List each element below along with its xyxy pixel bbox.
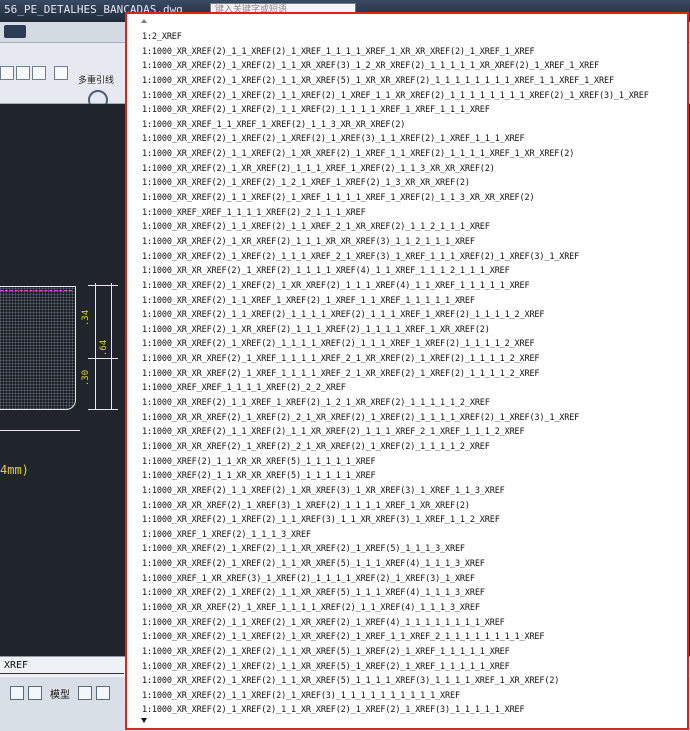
layer-item[interactable]: 1:1000_XR_XREF(2)_1_XREF(2)_1_1_XR_XREF(… bbox=[142, 703, 649, 718]
dimension-tick-top bbox=[88, 285, 118, 286]
layer-item[interactable]: 1:1000_XREF_1_XREF(2)_1_1_1_3_XREF bbox=[142, 528, 649, 543]
table-tool-icon[interactable] bbox=[0, 66, 14, 80]
dimension-line-horizontal bbox=[0, 430, 80, 431]
layer-item[interactable]: 1:1000_XR_XREF(2)_1_XREF(2)_1_XREF(2)_1_… bbox=[142, 132, 649, 147]
layout-icon[interactable] bbox=[28, 686, 42, 700]
layer-item[interactable]: 1:1000_XR_XREF(2)_1_XREF(2)_1_1_XREF(2)_… bbox=[142, 103, 649, 118]
layer-item[interactable]: 1:1000_XR_XREF(2)_1_XREF(2)_1_1_XR_XREF(… bbox=[142, 557, 649, 572]
layer-item[interactable]: 1:1000_XREF(2)_1_1_XR_XR_XREF(5)_1_1_1_1… bbox=[142, 455, 649, 470]
layer-item[interactable]: 1:1000_XR_XREF(2)_1_XREF(2)_1_1_XREF(3)_… bbox=[142, 513, 649, 528]
field-tool-icon[interactable] bbox=[16, 66, 30, 80]
layer-item[interactable]: 1:1000_XR_XR_XREF(2)_1_XREF(2)_2_1_XR_XR… bbox=[142, 411, 649, 426]
dimension-line-vertical bbox=[95, 283, 96, 410]
layer-item[interactable]: 1:1000_XR_XR_XREF(2)_1_XREF_1_1_1_1_XREF… bbox=[142, 601, 649, 616]
multileader-label: 多重引线 bbox=[78, 76, 115, 86]
layer-item[interactable]: 1:1000_XR_XREF(2)_1_XREF(2)_1_2_1_XREF_1… bbox=[142, 176, 649, 191]
layer-item[interactable]: 1:1000_XREF_1_XR_XREF(3)_1_XREF(2)_1_1_1… bbox=[142, 572, 649, 587]
layer-item[interactable]: 1:1000_XR_XREF(2)_1_1_XREF_1_XREF(2)_1_2… bbox=[142, 396, 649, 411]
countertop-section bbox=[0, 286, 76, 410]
dimension-tick-bottom bbox=[88, 409, 118, 410]
model-tab[interactable]: 模型 bbox=[50, 686, 70, 701]
layer-item[interactable]: 1:1000_XR_XREF(2)_1_1_XREF(2)_1_XR_XREF(… bbox=[142, 484, 649, 499]
layer-item[interactable]: 1:1000_XR_XREF(2)_1_XREF(2)_1_1_1_1_XREF… bbox=[142, 337, 649, 352]
scroll-down-icon[interactable] bbox=[141, 718, 147, 723]
layer-item[interactable]: 1:1000_XR_XREF(2)_1_1_XREF(2)_1_1_XR_XRE… bbox=[142, 425, 649, 440]
dimension-tick-mid bbox=[88, 358, 118, 359]
layer-list: 1:2_XREF 1:1000_XR_XREF(2)_1_1_XREF(2)_1… bbox=[142, 30, 649, 718]
layer-item[interactable]: 1:1000_XR_XREF_1_1_XREF_1_XREF(2)_1_1_3_… bbox=[142, 118, 649, 133]
scroll-up-icon[interactable] bbox=[141, 19, 147, 23]
layer-item[interactable]: 1:1000_XR_XREF(2)_1_1_XREF_1_XREF(2)_1_X… bbox=[142, 294, 649, 309]
layer-item[interactable]: 1:1000_XR_XREF(2)_1_XREF(2)_1_1_XR_XREF(… bbox=[142, 645, 649, 660]
layer-item[interactable]: 1:1000_XR_XREF(2)_1_1_XREF(2)_1_XREF(3)_… bbox=[142, 689, 649, 704]
layer-item[interactable]: 1:1000_XR_XREF(2)_1_XREF(2)_1_1_XR_XREF(… bbox=[142, 674, 649, 689]
layer-item[interactable]: 1:1000_XR_XR_XREF(2)_1_XREF_1_1_1_1_XREF… bbox=[142, 352, 649, 367]
check-tool-icon[interactable] bbox=[32, 66, 46, 80]
layer-item[interactable]: 1:1000_XR_XR_XREF(2)_1_XREF(2)_1_1_1_1_X… bbox=[142, 264, 649, 279]
layer-item[interactable]: 1:1000_XREF(2)_1_1_XR_XR_XREF(5)_1_1_1_1… bbox=[142, 469, 649, 484]
unit-annotation: 4mm) bbox=[0, 463, 29, 477]
layer-item[interactable]: 1:1000_XR_XREF(2)_1_1_XREF(2)_1_XR_XREF(… bbox=[142, 616, 649, 631]
layer-item[interactable]: 1:1000_XR_XR_XREF(2)_1_XREF(2)_2_1_XR_XR… bbox=[142, 440, 649, 455]
layer-item[interactable]: 1:1000_XR_XREF(2)_1_XREF(2)_1_XR_XREF(2)… bbox=[142, 279, 649, 294]
grid-icon[interactable] bbox=[10, 686, 24, 700]
layer-item[interactable]: 1:1000_XR_XREF(2)_1_XREF(2)_1_1_XR_XREF(… bbox=[142, 59, 649, 74]
dimension-text-bottom: .30 bbox=[81, 369, 92, 387]
layer-item[interactable]: 1:2_XREF bbox=[142, 30, 649, 45]
layer-item[interactable]: 1:1000_XREF_XREF_1_1_1_1_XREF(2)_2_2_XRE… bbox=[142, 381, 649, 396]
wave-tool-icon[interactable] bbox=[54, 66, 68, 80]
layer-item[interactable]: 1:1000_XR_XR_XREF(2)_1_XREF(3)_1_XREF(2)… bbox=[142, 499, 649, 514]
dimension-text-top: .34 bbox=[81, 309, 92, 327]
layer-item[interactable]: 1:1000_XREF_XREF_1_1_1_1_XREF(2)_2_1_1_1… bbox=[142, 206, 649, 221]
layer-item[interactable]: 1:1000_XR_XREF(2)_1_XREF(2)_1_1_1_XREF_2… bbox=[142, 250, 649, 265]
command-line-underline bbox=[0, 673, 124, 674]
layout-switch-icon[interactable] bbox=[96, 686, 110, 700]
layer-item[interactable]: 1:1000_XR_XREF(2)_1_XREF(2)_1_1_XR_XREF(… bbox=[142, 74, 649, 89]
layer-item[interactable]: 1:1000_XR_XREF(2)_1_1_XREF(2)_1_XR_XREF(… bbox=[142, 630, 649, 645]
layer-item[interactable]: 1:1000_XR_XR_XREF(2)_1_XREF_1_1_1_1_XREF… bbox=[142, 367, 649, 382]
slab-top-hidden-line bbox=[0, 290, 72, 291]
layer-item[interactable]: 1:1000_XR_XREF(2)_1_XREF(2)_1_1_XR_XREF(… bbox=[142, 586, 649, 601]
layer-dropdown-list[interactable]: 1:2_XREF 1:1000_XR_XREF(2)_1_1_XREF(2)_1… bbox=[125, 12, 689, 730]
layer-item[interactable]: 1:1000_XR_XREF(2)_1_XREF(2)_1_1_XR_XREF(… bbox=[142, 542, 649, 557]
layer-item[interactable]: 1:1000_XR_XREF(2)_1_XREF(2)_1_1_XREF(2)_… bbox=[142, 89, 649, 104]
layer-item[interactable]: 1:1000_XR_XREF(2)_1_1_XREF(2)_1_XREF_1_1… bbox=[142, 191, 649, 206]
quick-access-icon[interactable] bbox=[4, 25, 26, 38]
layer-item[interactable]: 1:1000_XR_XREF(2)_1_XR_XREF(2)_1_1_1_XRE… bbox=[142, 323, 649, 338]
layer-item[interactable]: 1:1000_XR_XREF(2)_1_1_XREF(2)_1_XR_XREF(… bbox=[142, 147, 649, 162]
viewport-icon[interactable] bbox=[78, 686, 92, 700]
layer-item[interactable]: 1:1000_XR_XREF(2)_1_XR_XREF(2)_1_1_1_XRE… bbox=[142, 162, 649, 177]
layer-item[interactable]: 1:1000_XR_XREF(2)_1_1_XREF(2)_1_XREF_1_1… bbox=[142, 45, 649, 60]
command-line-value[interactable]: XREF bbox=[4, 660, 28, 671]
layer-item[interactable]: 1:1000_XR_XREF(2)_1_XREF(2)_1_1_XR_XREF(… bbox=[142, 660, 649, 675]
dimension-text-mid: .64 bbox=[99, 339, 110, 357]
layer-item[interactable]: 1:1000_XR_XREF(2)_1_XR_XREF(2)_1_1_1_XR_… bbox=[142, 235, 649, 250]
layer-item[interactable]: 1:1000_XR_XREF(2)_1_1_XREF(2)_1_1_XREF_2… bbox=[142, 220, 649, 235]
dimension-line-vertical-2 bbox=[111, 283, 112, 410]
layer-item[interactable]: 1:1000_XR_XREF(2)_1_1_XREF(2)_1_1_1_1_XR… bbox=[142, 308, 649, 323]
